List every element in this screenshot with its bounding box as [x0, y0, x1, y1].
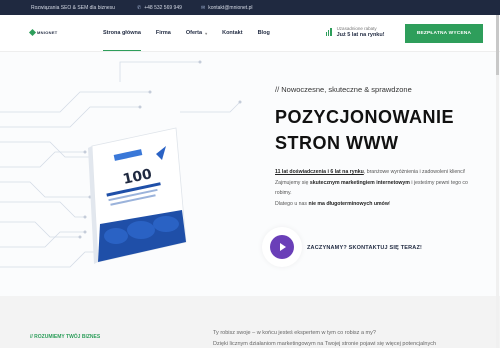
hero-description: 11 lat doświadczenia i 6 lat na rynku, b…: [275, 167, 480, 209]
para3-a: Dlatego u nas: [275, 200, 309, 207]
video-play-button[interactable]: [262, 227, 302, 267]
hero-title-line-1: POZYCJONOWANIE: [275, 107, 455, 127]
nav-item-oferta[interactable]: Oferta ▾: [186, 15, 207, 51]
free-quote-button[interactable]: BEZPŁATNA WYCENA: [405, 24, 483, 43]
nav-item-kontakt[interactable]: Kontakt: [222, 15, 242, 51]
about-text-1: Ty robisz swoje – w końcu jesteś ekspert…: [213, 330, 376, 336]
logo-text: MNIONET: [37, 30, 58, 35]
badge-line-2: Już 5 lat na rynku!: [336, 32, 385, 38]
main-nav: Strona główna Firma Oferta ▾ Kontakt Blog: [103, 15, 285, 51]
nav-label: Blog: [257, 30, 270, 36]
phone-number: +48 532 569 949: [144, 4, 182, 11]
hero-section: 100 // Nowoczesne, skuteczne & sprawdzon…: [0, 52, 500, 296]
phone-link[interactable]: ✆ +48 532 569 949: [137, 5, 182, 11]
phone-icon: ✆: [137, 4, 142, 11]
para2-a: Zajmujemy się: [275, 179, 310, 186]
page-scrollbar[interactable]: [496, 15, 499, 348]
nav-label: Strona główna: [103, 30, 141, 36]
ebook-cover-image: 100: [88, 127, 187, 264]
contact-cta-link[interactable]: ZACZYNAMY? SKONTAKTUJ SIĘ TERAZ!: [307, 245, 422, 251]
nav-label: Oferta: [185, 30, 203, 36]
section-label: // ROZUMIEMY TWÓJ BIZNES: [30, 334, 101, 340]
about-text-2: Dzięki licznym działaniom marketingowym …: [213, 341, 437, 347]
site-header: MNIONET Strona główna Firma Oferta ▾ Kont…: [0, 15, 500, 52]
nav-label: Kontakt: [222, 30, 243, 36]
para2-b: skutecznym marketingiem internetowym: [309, 179, 410, 186]
nav-label: Firma: [155, 30, 171, 36]
para3-c: !: [388, 200, 391, 207]
nav-item-firma[interactable]: Firma: [156, 15, 171, 51]
nav-item-home[interactable]: Strona główna: [103, 15, 141, 51]
hero-title: POZYCJONOWANIE STRON WWW: [275, 104, 454, 156]
bar-chart-icon: [326, 28, 332, 36]
about-section: // ROZUMIEMY TWÓJ BIZNES Ty robisz swoje…: [0, 296, 500, 348]
mail-icon: ✉: [201, 4, 206, 11]
email-address: kontakt@mnionet.pl: [208, 4, 253, 11]
discount-badge: Uzasadnione rabaty Już 5 lat na rynku!: [326, 26, 385, 38]
logo-mark-icon: [28, 28, 37, 37]
para-lead: 11 lat doświadczenia i 6 lat na rynku: [275, 169, 364, 175]
para3-b: nie ma długoterminowych umów: [308, 200, 389, 207]
top-bar: Rozwiązania SEO & SEM dla biznesu ✆ +48 …: [0, 0, 500, 15]
scrollbar-thumb[interactable]: [496, 15, 499, 75]
chevron-down-icon: ▾: [205, 30, 208, 36]
email-link[interactable]: ✉ kontakt@mnionet.pl: [201, 5, 252, 11]
para-rest: , branżowe wyróżnienia i zadowoleni klie…: [363, 169, 466, 175]
logo[interactable]: MNIONET: [28, 28, 58, 37]
hero-eyebrow: // Nowoczesne, skuteczne & sprawdzone: [275, 85, 412, 94]
badge-line-1: Uzasadnione rabaty: [336, 26, 377, 31]
play-icon: [270, 235, 294, 259]
tagline: Rozwiązania SEO & SEM dla biznesu: [31, 4, 115, 11]
hero-title-line-2: STRON WWW: [275, 133, 399, 153]
nav-item-blog[interactable]: Blog: [258, 15, 270, 51]
